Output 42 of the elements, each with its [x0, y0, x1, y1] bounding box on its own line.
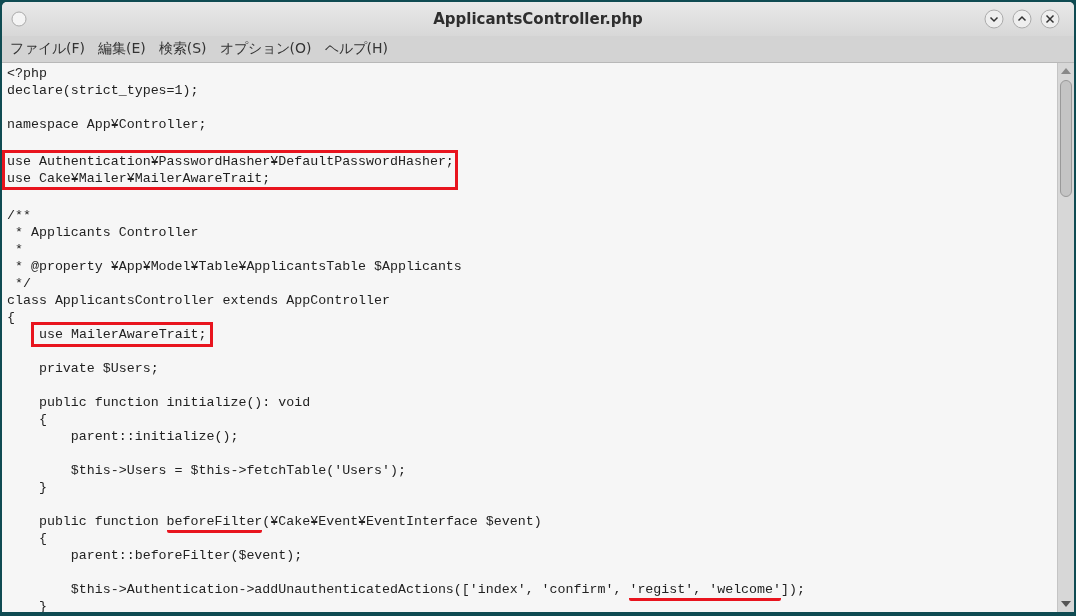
code-text: class ApplicantsController extends AppController: [7, 293, 390, 308]
code-text: use Authentication¥PasswordHasher¥DefaultPasswordHasher;: [7, 154, 454, 169]
menu-item[interactable]: 編集(E): [98, 40, 146, 58]
code-text: * Applicants Controller: [13, 225, 199, 240]
code-text: <?php: [7, 66, 47, 81]
code-text: /**: [7, 208, 31, 223]
code-text: use Cake¥Mailer¥MailerAwareTrait;: [7, 171, 271, 186]
code-text: declare(strict_types=1);: [7, 83, 199, 98]
code-text: }: [37, 599, 47, 612]
code-text: namespace App¥Controller;: [7, 117, 207, 132]
code-text: public function: [37, 514, 160, 529]
underlined-code: beforeFilter: [166, 514, 263, 533]
code-text: public function initialize(): void: [37, 395, 311, 410]
code-text: * @property ¥App¥Model¥Table¥ApplicantsTable $Applicants: [13, 259, 462, 274]
scroll-down-icon[interactable]: [1061, 601, 1071, 607]
scrollbar[interactable]: [1057, 63, 1074, 612]
menu-item[interactable]: ヘルプ(H): [324, 40, 388, 58]
code-text: private $Users;: [37, 361, 159, 376]
code-text: parent::beforeFilter($event);: [69, 548, 303, 563]
code-text: $this->Authentication->addUnauthenticatedActions(['index', 'confirm',: [69, 582, 623, 597]
code-text: {: [37, 531, 47, 546]
window-menu-icon[interactable]: [11, 11, 27, 27]
code-text: *: [13, 242, 23, 257]
highlighted-code: use MailerAwareTrait;: [31, 322, 213, 347]
scrollbar-thumb[interactable]: [1060, 80, 1072, 197]
window-title: ApplicantsController.php: [432, 10, 644, 28]
minimize-button[interactable]: [984, 9, 1004, 29]
underlined-code: 'regist', 'welcome': [629, 582, 781, 601]
code-text: */: [13, 276, 31, 291]
code-text: (¥Cake¥Event¥EventInterface $event): [262, 514, 542, 529]
code-text: ]);: [781, 582, 805, 597]
close-button[interactable]: [1040, 9, 1060, 29]
menu-item[interactable]: 検索(S): [158, 40, 207, 58]
menu-item[interactable]: ファイル(F): [10, 40, 85, 58]
code-text: parent::initialize();: [69, 429, 239, 444]
menu-item[interactable]: オプション(O): [219, 40, 312, 58]
code-text: $this->Users = $this->fetchTable('Users');: [69, 463, 406, 478]
maximize-button[interactable]: [1012, 9, 1032, 29]
scroll-up-icon[interactable]: [1061, 68, 1071, 74]
code-text: {: [37, 412, 47, 427]
code-text: {: [7, 310, 15, 325]
code-text: }: [37, 480, 47, 495]
